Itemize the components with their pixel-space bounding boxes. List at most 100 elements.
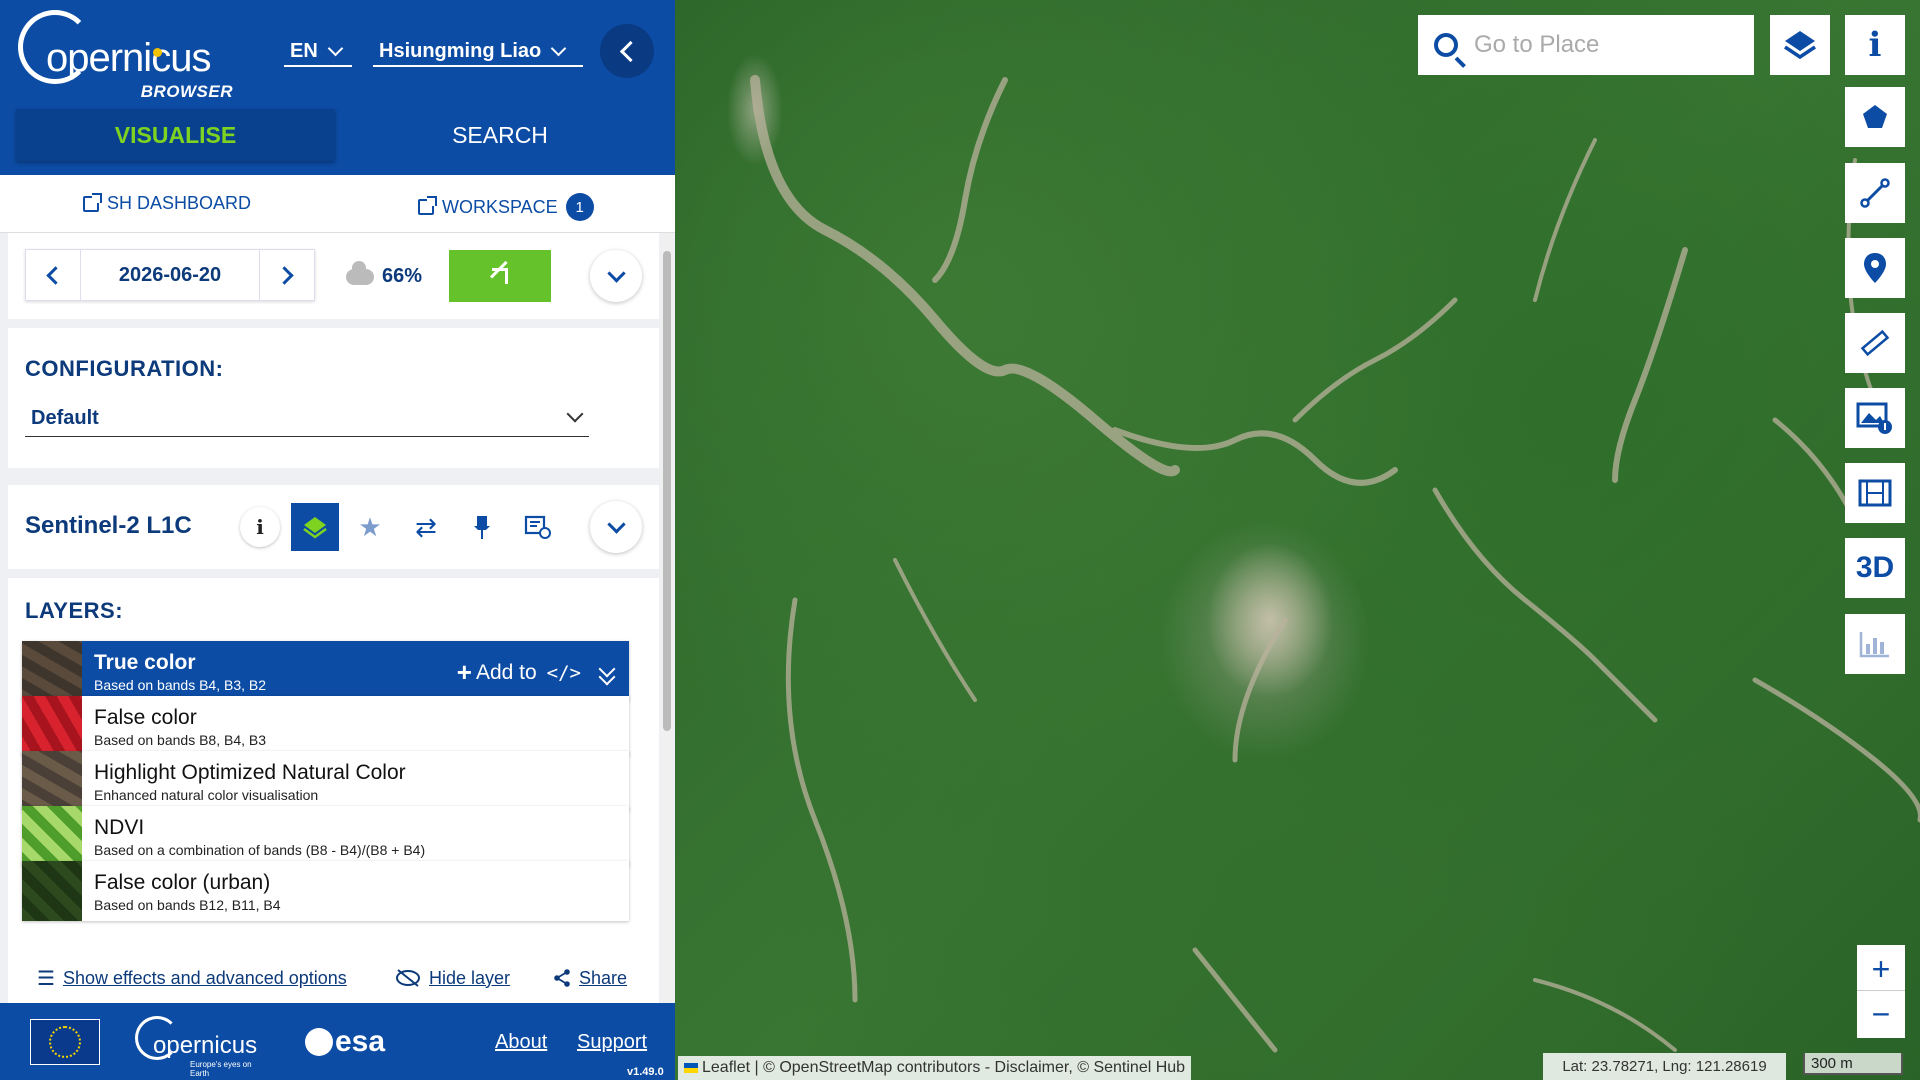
date-input[interactable]: 2026-06-20 <box>80 250 260 300</box>
layer-item-false-color-urban[interactable]: False color (urban) Based on bands B12, … <box>22 861 629 921</box>
sh-dashboard-link[interactable]: SH DASHBOARD <box>83 192 252 214</box>
layer-actions-bar: ☰ Show effects and advanced options Hide… <box>8 953 659 1003</box>
swap-arrows-icon: ⇄ <box>415 511 437 542</box>
ruler-icon <box>1860 329 1890 357</box>
user-name: Hsiungming Liao <box>379 39 542 62</box>
compare-button[interactable]: ⇄ <box>402 503 450 551</box>
map-attribution[interactable]: Leaflet | © OpenStreetMap contributors -… <box>678 1056 1192 1080</box>
cloud-cover-value: 66% <box>382 265 423 287</box>
layers-icon <box>1784 31 1816 60</box>
add-to-button[interactable]: + Add to <box>457 657 537 688</box>
previous-date-button[interactable] <box>26 250 80 300</box>
external-link-icon <box>83 192 102 212</box>
pin-icon <box>474 516 490 539</box>
layer-title: True color <box>94 651 196 674</box>
layer-item-true-color[interactable]: True color Based on bands B4, B3, B2 + A… <box>22 641 629 701</box>
3d-view-button[interactable]: 3D <box>1845 538 1905 598</box>
configuration-select[interactable]: Default <box>25 400 589 437</box>
layer-title: False color <box>94 706 197 729</box>
show-effects-label: Show effects and advanced options <box>62 967 347 988</box>
layer-item-false-color[interactable]: False color Based on bands B8, B4, B3 <box>22 696 629 756</box>
esa-wordmark: esa <box>335 1025 386 1058</box>
satellite-map[interactable] <box>675 0 1920 1080</box>
sh-dashboard-label: SH DASHBOARD <box>107 193 252 213</box>
user-menu-dropdown[interactable]: Hsiungming Liao <box>373 37 583 67</box>
plus-icon: + <box>1871 950 1891 987</box>
configuration-panel: CONFIGURATION: Default <box>8 328 659 468</box>
timelapse-button[interactable] <box>1845 463 1905 523</box>
external-links-bar: SH DASHBOARD WORKSPACE 1 <box>0 175 675 233</box>
search-dates-button[interactable] <box>449 250 551 302</box>
expand-dataset-button[interactable] <box>590 501 642 553</box>
layer-subtitle: Enhanced natural color visualisation <box>94 787 319 803</box>
dataset-info-button[interactable]: i <box>236 503 284 551</box>
expand-date-options-button[interactable] <box>590 250 642 302</box>
zoom-in-button[interactable]: + <box>1857 945 1905 993</box>
date-picker: 2026-06-20 <box>25 249 315 301</box>
layer-title: False color (urban) <box>94 871 271 894</box>
workspace-link[interactable]: WORKSPACE 1 <box>418 193 594 221</box>
layer-item-highlight-optimized[interactable]: Highlight Optimized Natural Color Enhanc… <box>22 751 629 811</box>
chevron-down-icon <box>606 263 626 283</box>
layers-view-button[interactable] <box>291 503 339 551</box>
logo-dot <box>153 48 162 57</box>
custom-script-button[interactable] <box>514 503 562 551</box>
layer-subtitle: Based on a combination of bands (B8 - B4… <box>94 842 426 858</box>
layers-title: LAYERS: <box>25 598 124 623</box>
tab-visualise[interactable]: VISUALISE <box>16 109 335 161</box>
next-date-button[interactable] <box>260 250 314 300</box>
configuration-selected: Default <box>31 406 99 429</box>
show-effects-link[interactable]: ☰ Show effects and advanced options <box>37 966 347 991</box>
scrollbar-thumb[interactable] <box>663 251 671 731</box>
attribution-text: Leaflet | © OpenStreetMap contributors -… <box>702 1059 1186 1076</box>
layer-title: Highlight Optimized Natural Color <box>94 761 406 784</box>
pin-button[interactable] <box>458 503 506 551</box>
share-link[interactable]: Share <box>553 968 627 989</box>
dataset-name: Sentinel-2 L1C <box>25 512 192 539</box>
layer-item-ndvi[interactable]: NDVI Based on a combination of bands (B8… <box>22 806 629 866</box>
layer-thumbnail <box>22 696 82 756</box>
expand-layer-button[interactable] <box>591 660 616 685</box>
layer-thumbnail <box>22 751 82 811</box>
language-dropdown[interactable]: EN <box>284 37 352 67</box>
pins-favorite-button[interactable]: ★ <box>346 503 394 551</box>
copernicus-wordmark: opernicus <box>153 1032 258 1059</box>
copernicus-browser-logo[interactable]: opernicus BROWSER <box>18 10 233 101</box>
sidebar-scrollbar[interactable] <box>661 233 673 1003</box>
go-to-place-search[interactable]: Go to Place <box>1418 15 1754 75</box>
copernicus-logo[interactable]: opernicus Europe's eyes on Earth <box>135 1016 270 1078</box>
draw-area-button[interactable] <box>1845 87 1905 147</box>
base-layers-button[interactable] <box>1770 15 1830 75</box>
logo-wordmark: opernicus <box>46 36 211 80</box>
histogram-button[interactable] <box>1845 614 1905 674</box>
about-link[interactable]: About <box>495 1031 547 1054</box>
language-label: EN <box>290 39 318 62</box>
code-icon[interactable]: </> <box>547 662 581 684</box>
hide-layer-link[interactable]: Hide layer <box>395 968 510 989</box>
chevron-down-icon <box>550 40 567 56</box>
support-link[interactable]: Support <box>577 1031 647 1054</box>
chevron-right-icon <box>275 265 294 285</box>
zoom-out-button[interactable]: − <box>1857 990 1905 1038</box>
info-icon: i <box>240 507 280 547</box>
star-icon: ★ <box>358 511 382 542</box>
sidebar-footer: opernicus Europe's eyes on Earth esa Abo… <box>0 1003 675 1080</box>
tab-search[interactable]: SEARCH <box>340 109 660 161</box>
sidebar-scroll-area[interactable]: 2026-06-20 66% CONFIGURATION: Default Se… <box>0 233 675 1003</box>
cloud-cover-filter[interactable]: 66% <box>346 260 423 288</box>
layer-subtitle: Based on bands B8, B4, B3 <box>94 732 267 748</box>
info-button[interactable]: i <box>1845 15 1905 75</box>
plus-icon: + <box>456 657 472 687</box>
eu-flag-logo[interactable] <box>30 1019 100 1065</box>
measure-button[interactable] <box>1845 313 1905 373</box>
layer-subtitle: Based on bands B12, B11, B4 <box>94 897 281 913</box>
logo-subtitle: BROWSER <box>140 82 233 101</box>
image-download-button[interactable] <box>1845 388 1905 448</box>
draw-line-button[interactable] <box>1845 163 1905 223</box>
collapse-sidebar-button[interactable] <box>600 24 654 78</box>
place-marker-button[interactable] <box>1845 238 1905 298</box>
esa-logo[interactable]: esa <box>305 1025 385 1059</box>
share-icon <box>554 969 570 987</box>
line-icon <box>1860 178 1890 208</box>
sidebar: opernicus BROWSER EN Hsiungming Liao VIS… <box>0 0 675 1080</box>
